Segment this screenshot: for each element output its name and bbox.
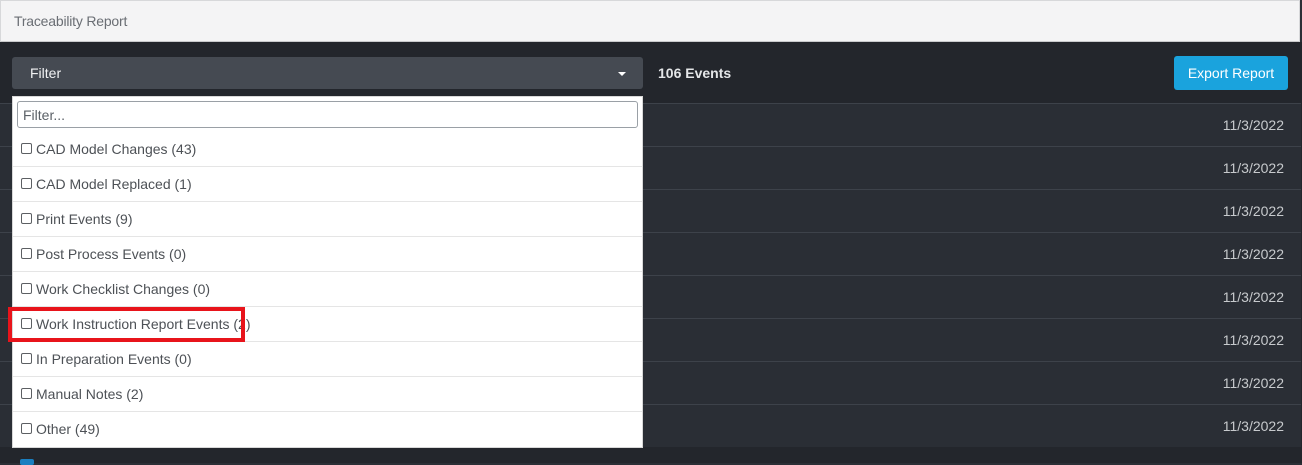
event-date: 11/3/2022 — [1222, 375, 1284, 391]
event-date: 11/3/2022 — [1222, 117, 1284, 133]
filter-option-cad-model-replaced[interactable]: CAD Model Replaced (1) — [13, 167, 642, 202]
filter-option-work-instruction-report-events[interactable]: Work Instruction Report Events (2) — [13, 307, 642, 342]
filter-option-label: Print Events (9) — [36, 211, 133, 227]
checkbox[interactable] — [21, 248, 32, 259]
title-bar: Traceability Report — [0, 0, 1300, 42]
filter-dropdown-menu: CAD Model Changes (43) CAD Model Replace… — [12, 96, 643, 448]
filter-option-in-preparation-events[interactable]: In Preparation Events (0) — [13, 342, 642, 377]
filter-option-print-events[interactable]: Print Events (9) — [13, 202, 642, 237]
filter-option-post-process-events[interactable]: Post Process Events (0) — [13, 237, 642, 272]
checkbox[interactable] — [21, 143, 32, 154]
filter-option-label: CAD Model Changes (43) — [36, 141, 197, 157]
checkbox[interactable] — [21, 423, 32, 434]
filter-search-input[interactable] — [17, 101, 638, 128]
checkbox[interactable] — [21, 388, 32, 399]
checkbox[interactable] — [21, 353, 32, 364]
filter-option-work-checklist-changes[interactable]: Work Checklist Changes (0) — [13, 272, 642, 307]
export-report-button[interactable]: Export Report — [1174, 56, 1288, 90]
filter-option-label: Post Process Events (0) — [36, 246, 187, 262]
event-count: 106 Events — [658, 65, 732, 81]
filter-label: Filter — [30, 65, 62, 81]
filter-option-other[interactable]: Other (49) — [13, 412, 642, 447]
partial-checkbox-icon — [20, 459, 34, 465]
filter-option-label: Work Instruction Report Events (2) — [36, 316, 251, 332]
filter-option-label: Manual Notes (2) — [36, 386, 144, 402]
filter-option-manual-notes[interactable]: Manual Notes (2) — [13, 377, 642, 412]
filter-options: CAD Model Changes (43) CAD Model Replace… — [13, 132, 642, 447]
filter-option-label: In Preparation Events (0) — [36, 351, 192, 367]
filter-option-cad-model-changes[interactable]: CAD Model Changes (43) — [13, 132, 642, 167]
page-title: Traceability Report — [14, 13, 128, 29]
checkbox[interactable] — [21, 318, 32, 329]
filter-dropdown-toggle[interactable]: Filter — [12, 57, 643, 89]
checkbox[interactable] — [21, 213, 32, 224]
filter-option-label: Other (49) — [36, 421, 100, 437]
caret-down-icon — [618, 72, 626, 76]
event-date: 11/3/2022 — [1222, 160, 1284, 176]
checkbox[interactable] — [21, 178, 32, 189]
event-date: 11/3/2022 — [1222, 332, 1284, 348]
event-date: 11/3/2022 — [1222, 246, 1284, 262]
filter-option-label: CAD Model Replaced (1) — [36, 176, 192, 192]
event-date: 11/3/2022 — [1222, 418, 1284, 434]
filter-option-label: Work Checklist Changes (0) — [36, 281, 211, 297]
event-date: 11/3/2022 — [1222, 203, 1284, 219]
checkbox[interactable] — [21, 283, 32, 294]
event-date: 11/3/2022 — [1222, 289, 1284, 305]
